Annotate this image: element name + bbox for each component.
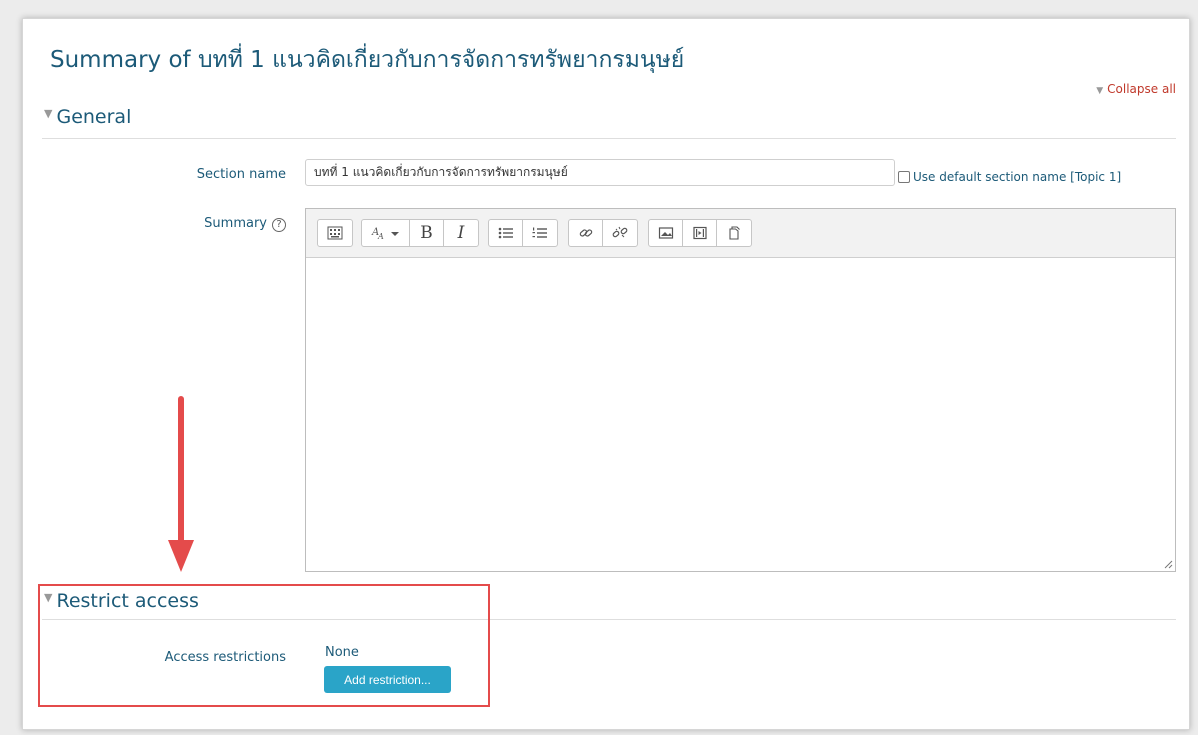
summary-label: Summary [204,216,267,231]
toolbar-group-2: AA B I [361,219,479,247]
summary-editor[interactable]: AA B I [305,208,1176,572]
insert-media-button[interactable] [683,220,717,246]
film-icon [692,226,707,240]
image-icon [658,227,673,239]
divider [42,138,1176,139]
toolbar-group-4 [568,219,638,247]
files-icon [729,226,740,240]
arrow-down-icon [168,396,194,572]
show-more-buttons-button[interactable] [318,220,352,246]
font-style-icon: AA [371,227,399,240]
help-icon[interactable]: ? [272,218,286,232]
page-title: Summary of บทที่ 1 แนวคิดเกี่ยวกับการจัด… [50,47,685,73]
summary-label-row: Summary? [204,216,286,232]
use-default-label: Use default section name [Topic 1] [913,170,1122,184]
section-header-general[interactable]: ▼ General [44,106,131,128]
ordered-list-button[interactable] [523,220,557,246]
highlight-box [38,584,490,707]
section-name-input[interactable] [305,159,895,186]
link-button[interactable] [569,220,603,246]
toolbar-group-3 [488,219,558,247]
numbered-list-icon [532,227,547,238]
toolbar-group-1 [317,219,353,247]
toolbar-group-5 [648,219,752,247]
svg-text:A: A [377,232,384,240]
section-title-general: General [56,106,132,128]
unlink-icon [612,226,628,238]
insert-image-button[interactable] [649,220,683,246]
unordered-list-button[interactable] [489,220,523,246]
italic-button[interactable]: I [444,220,478,246]
manage-files-button[interactable] [717,220,751,246]
paragraph-style-button[interactable]: AA [362,220,410,246]
editor-toolbar: AA B I [306,209,1175,258]
link-icon [579,229,592,237]
bold-button[interactable]: B [410,220,444,246]
editor-content-area[interactable] [306,258,1175,571]
keyboard-icon [327,226,343,240]
unlink-button[interactable] [603,220,637,246]
resize-handle-icon[interactable] [1163,559,1173,569]
collapse-all-link[interactable]: ▼ Collapse all [1096,82,1176,96]
use-default-checkbox[interactable] [898,171,910,183]
bullet-list-icon [498,227,513,239]
collapse-all-label: Collapse all [1107,82,1176,96]
triangle-down-icon: ▼ [1096,86,1104,96]
use-default-option[interactable]: Use default section name [Topic 1] [898,170,1121,184]
section-name-label: Section name [196,167,286,182]
triangle-down-icon: ▼ [44,107,53,120]
